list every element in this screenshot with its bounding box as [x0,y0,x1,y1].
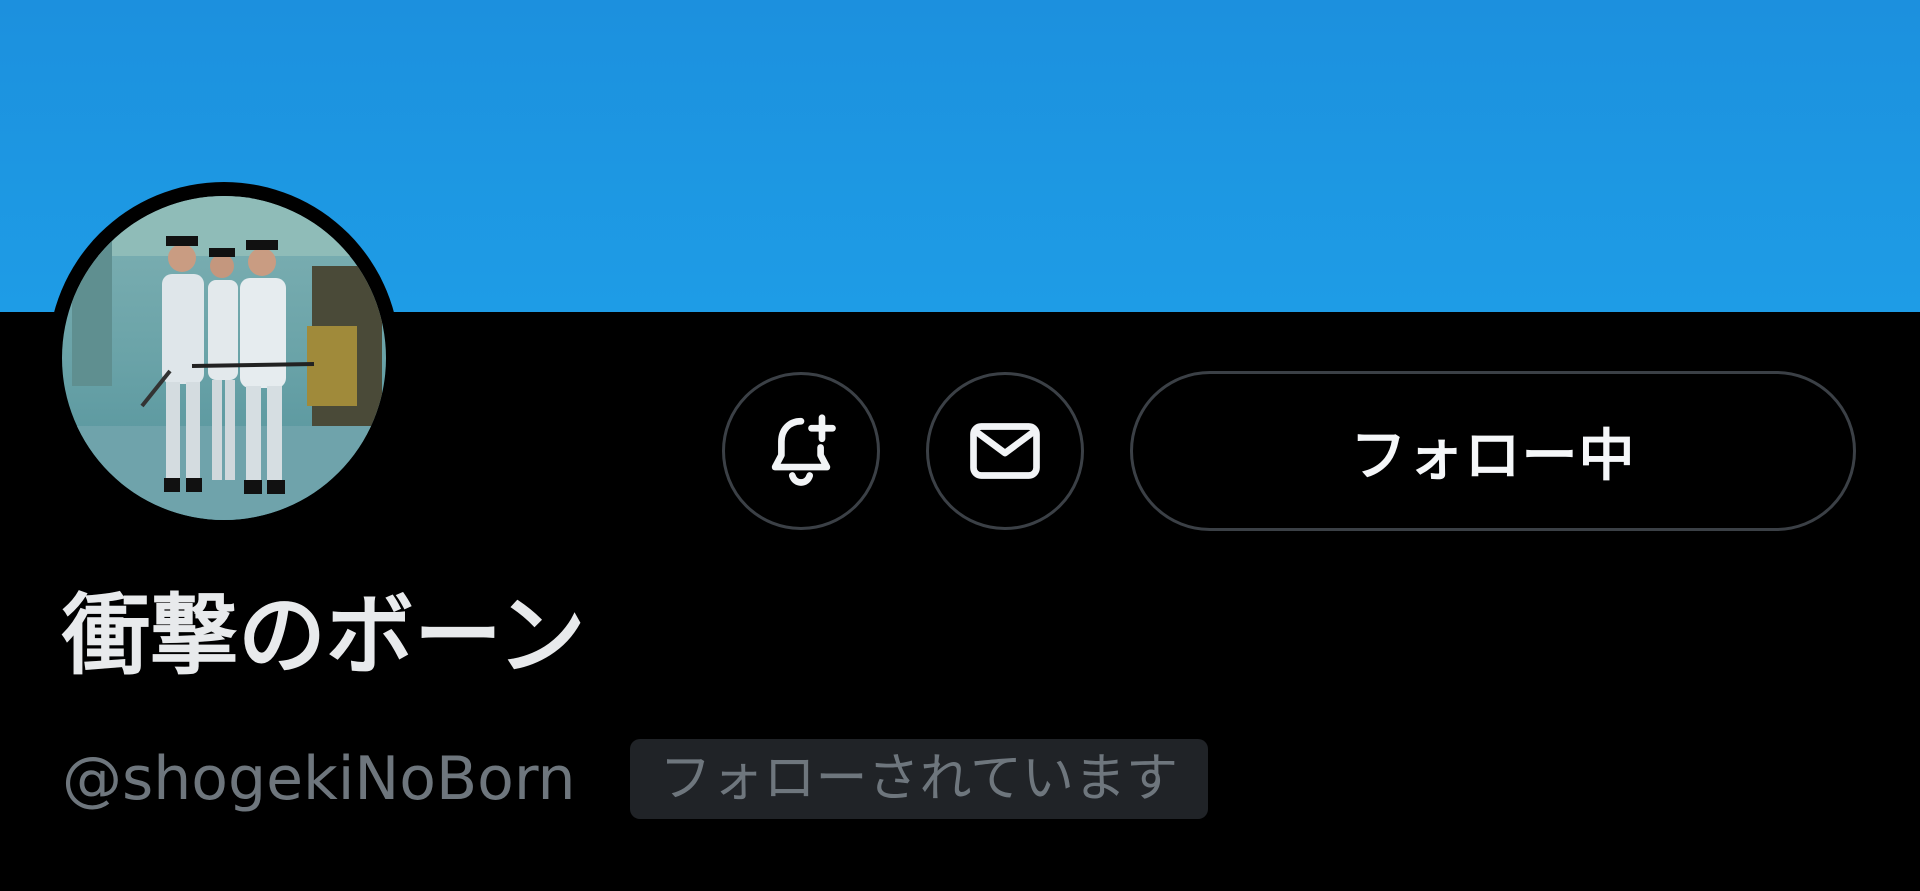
profile-page: フォロー中 衝撃のボーン @shogekiNoBorn フォローされています [0,0,1920,891]
avatar[interactable] [48,182,400,534]
profile-actions: フォロー中 [722,370,1856,532]
avatar-photo [62,196,386,520]
message-button[interactable] [926,372,1084,530]
envelope-icon [970,423,1040,479]
follows-you-badge: フォローされています [629,739,1208,819]
user-handle: @shogekiNoBorn [62,744,576,814]
following-button[interactable]: フォロー中 [1130,371,1856,531]
handle-row: @shogekiNoBorn フォローされています [62,736,1208,822]
display-name: 衝撃のボーン [62,584,586,687]
notifications-button[interactable] [722,372,880,530]
following-button-label: フォロー中 [1350,423,1636,489]
bell-plus-icon [771,414,836,486]
